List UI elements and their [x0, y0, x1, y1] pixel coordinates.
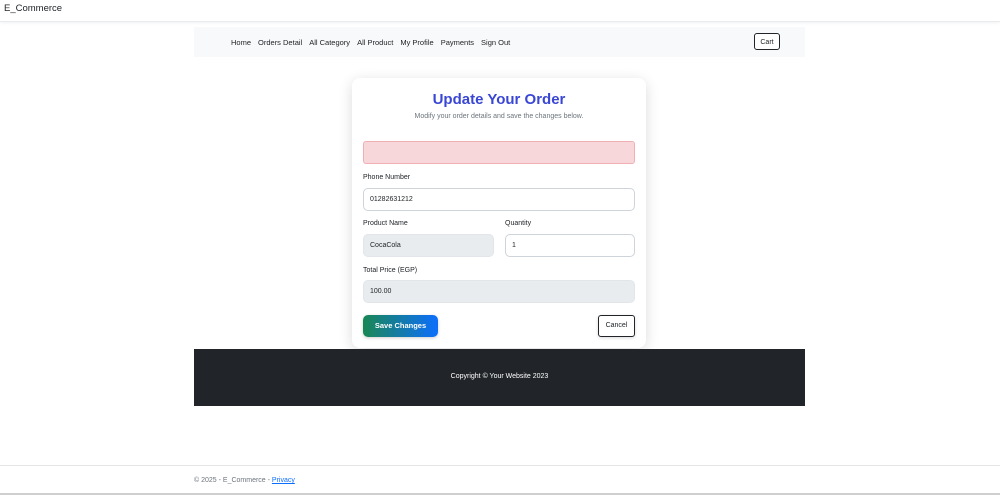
site-footer: Copyright © Your Website 2023 — [194, 349, 805, 406]
quantity-label: Quantity — [505, 220, 532, 227]
total-price-label: Total Price (EGP) — [363, 267, 418, 274]
privacy-link[interactable]: Privacy — [272, 477, 295, 484]
cart-button[interactable]: Cart — [754, 33, 780, 50]
nav-all-product[interactable]: All Product — [357, 38, 393, 47]
page-subtitle: Modify your order details and save the c… — [414, 113, 584, 120]
quantity-input[interactable]: 1 — [505, 234, 635, 257]
cancel-button[interactable]: Cancel — [598, 315, 635, 337]
phone-input[interactable]: 01282631212 — [363, 188, 635, 211]
footer-text: © 2025 - E_Commerce - Privacy — [194, 477, 295, 484]
brand-link[interactable]: E_Commerce — [4, 3, 62, 14]
nav-home[interactable]: Home — [231, 38, 251, 47]
nav-links: Home Orders Detail All Category All Prod… — [231, 38, 510, 47]
nav-payments[interactable]: Payments — [441, 38, 474, 47]
nav-all-category[interactable]: All Category — [309, 38, 350, 47]
page-title: Update Your Order — [432, 91, 566, 108]
product-name-input: CocaCola — [363, 234, 494, 257]
footer-copyright: © 2025 - E_Commerce - — [194, 477, 272, 484]
nav-my-profile[interactable]: My Profile — [400, 38, 433, 47]
save-changes-button[interactable]: Save Changes — [363, 315, 438, 337]
update-order-card: Update Your Order Modify your order deta… — [352, 78, 646, 348]
page-footer: © 2025 - E_Commerce - Privacy — [0, 465, 1000, 496]
top-navbar: E_Commerce — [0, 0, 1000, 22]
main-nav: Home Orders Detail All Category All Prod… — [194, 27, 805, 57]
nav-orders-detail[interactable]: Orders Detail — [258, 38, 302, 47]
product-name-label: Product Name — [363, 220, 408, 227]
total-price-input: 100.00 — [363, 280, 635, 303]
nav-sign-out[interactable]: Sign Out — [481, 38, 510, 47]
phone-label: Phone Number — [363, 174, 411, 181]
copyright-text: Copyright © Your Website 2023 — [450, 373, 549, 380]
error-alert — [363, 141, 635, 164]
